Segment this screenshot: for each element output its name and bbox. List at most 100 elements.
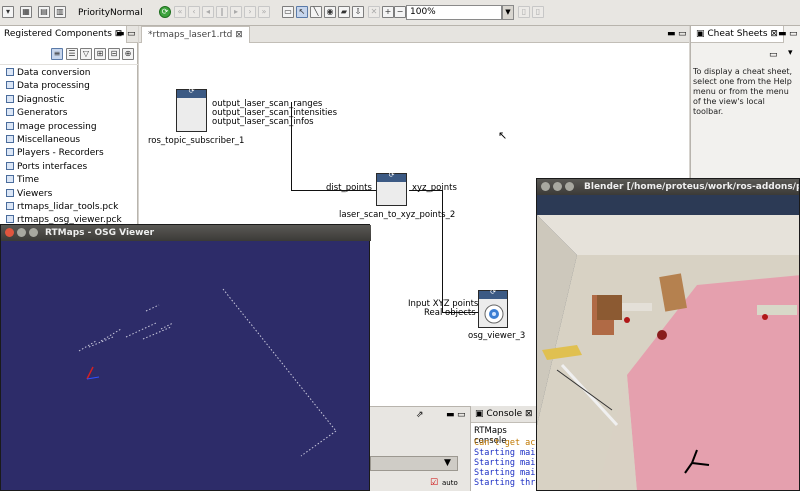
sort-icon[interactable]: ≡ <box>51 48 63 60</box>
open-icon[interactable]: ▾ <box>2 6 14 18</box>
maximize-icon[interactable]: ▭ <box>127 29 136 39</box>
components-tree-item[interactable]: Miscellaneous <box>6 134 80 147</box>
maximize-icon[interactable]: ▭ <box>789 29 798 39</box>
close-window-icon[interactable] <box>5 228 14 237</box>
point-cloud-view[interactable] <box>1 241 369 490</box>
maximize-icon[interactable]: ▭ <box>678 29 687 39</box>
save-icon[interactable]: ▤ <box>38 6 50 18</box>
maximize-window-icon[interactable] <box>565 182 574 191</box>
close-icon[interactable]: ⊠ <box>525 409 533 419</box>
zoom-in-icon[interactable]: + <box>382 6 394 18</box>
expand-icon[interactable]: ⊕ <box>122 48 134 60</box>
close-icon[interactable]: ⊠ <box>235 30 243 40</box>
components-toolbar: ≡ ☰ ▽ ⊞ ⊟ ⊕ <box>0 43 138 65</box>
minimize-icon[interactable]: ▬ <box>116 29 125 39</box>
console-line: Starting main <box>474 448 541 458</box>
step-forward-icon[interactable]: ▸ <box>230 6 242 18</box>
forward-fast-icon[interactable]: » <box>258 6 270 18</box>
tab-rtmaps-laser1[interactable]: *rtmaps_laser1.rtd ⊠ <box>141 26 250 43</box>
zoom-out-icon[interactable]: − <box>394 6 406 18</box>
console-panel: ▣ Console ⊠ RTMaps console Can't get acc… <box>470 406 546 491</box>
record-icon[interactable]: ◉ <box>324 6 336 18</box>
layout-icon[interactable]: ▭ <box>282 6 294 18</box>
pause-icon[interactable]: ‖ <box>216 6 228 18</box>
tab-label: Console <box>486 409 523 419</box>
laser-scan-to-xyz-block[interactable] <box>376 171 407 206</box>
components-tree-item[interactable]: Time <box>6 174 39 187</box>
minimize-icon[interactable]: ▬ <box>778 29 787 39</box>
tree-item-label: Viewers <box>17 188 53 199</box>
priority-select[interactable]: Normal <box>110 8 143 18</box>
view-menu-icon[interactable]: ▭ <box>769 50 778 60</box>
components-tree-item[interactable]: Data processing <box>6 80 90 93</box>
components-tree-item[interactable]: rtmaps_lidar_tools.pck <box>6 201 118 214</box>
components-tree-item[interactable]: Data conversion <box>6 67 90 80</box>
input-port-label: Real objects <box>424 308 476 318</box>
tree-item-label: Ports interfaces <box>17 161 88 172</box>
tab-cheat-sheets[interactable]: ▣ Cheat Sheets ⊠ <box>691 26 784 43</box>
diagram-icon[interactable]: ▦ <box>20 6 32 18</box>
tab-console[interactable]: ▣ Console ⊠ <box>471 406 541 423</box>
window-titlebar[interactable]: Blender [/home/proteus/work/ros-addons/p… <box>537 179 799 195</box>
close-window-icon[interactable] <box>541 182 550 191</box>
tree-item-label: Image processing <box>17 121 97 132</box>
filter-icon[interactable]: ▽ <box>80 48 92 60</box>
tree-item-label: Data conversion <box>17 68 91 78</box>
select-tool-icon[interactable]: ↖ <box>296 6 308 18</box>
rewind-icon[interactable]: ‹ <box>188 6 200 18</box>
minimize-icon[interactable]: ▬ <box>446 410 455 420</box>
collapse-icon[interactable]: ⊟ <box>108 48 120 60</box>
close-icon[interactable]: ⊠ <box>770 29 778 39</box>
export-icon[interactable]: ⇩ <box>352 6 364 18</box>
zoom-dropdown-icon[interactable]: ▼ <box>502 5 514 20</box>
dropdown-icon[interactable]: ▾ <box>788 48 793 58</box>
blender-window[interactable]: Blender [/home/proteus/work/ros-addons/p… <box>536 178 800 491</box>
window-titlebar[interactable]: RTMaps - OSG Viewer <box>1 225 371 241</box>
checkbox-icon[interactable]: ☑ <box>430 478 438 488</box>
component-name: laser_scan_to_xyz_points_2 <box>339 210 456 220</box>
zoom-input[interactable]: 100% <box>406 5 502 20</box>
tab-registered-components[interactable]: Registered Components ⊠ <box>0 26 128 43</box>
ros-topic-subscriber-block[interactable] <box>176 87 207 132</box>
auto-label: auto <box>442 479 458 487</box>
folder-icon <box>6 121 14 130</box>
osg-viewer-window[interactable]: RTMaps - OSG Viewer <box>0 224 371 491</box>
minimize-window-icon[interactable] <box>553 182 562 191</box>
copy-icon[interactable]: ▯ <box>518 6 530 18</box>
export-icon[interactable]: ⇗ <box>416 410 424 420</box>
minimize-window-icon[interactable] <box>17 228 26 237</box>
delete-icon[interactable]: ✕ <box>368 6 380 18</box>
osg-viewer-block[interactable] <box>478 288 508 328</box>
rewind-fast-icon[interactable]: « <box>174 6 186 18</box>
step-back-icon[interactable]: ◂ <box>202 6 214 18</box>
save-all-icon[interactable]: ▥ <box>54 6 66 18</box>
run-icon[interactable]: ⟳ <box>159 6 171 18</box>
components-tree-item[interactable]: Diagnostic <box>6 94 65 107</box>
paste-icon[interactable]: ▯ <box>532 6 544 18</box>
maximize-icon[interactable]: ▭ <box>457 410 466 420</box>
cheat-sheets-help-text: To display a cheat sheet, select one fro… <box>693 67 793 116</box>
wire-tool-icon[interactable]: ╲ <box>310 6 322 18</box>
tree-item-label: rtmaps_lidar_tools.pck <box>17 202 119 212</box>
output-port-label: xyz_points <box>412 183 457 193</box>
input-port-label: dist_points <box>326 183 372 193</box>
minimize-icon[interactable]: ▬ <box>667 29 676 39</box>
forward-icon[interactable]: › <box>244 6 256 18</box>
component-name: ros_topic_subscriber_1 <box>148 136 245 146</box>
3d-scene-view[interactable] <box>537 195 800 491</box>
tree-icon[interactable]: ⊞ <box>94 48 106 60</box>
components-tree-item[interactable]: Ports interfaces <box>6 161 87 174</box>
maximize-window-icon[interactable] <box>29 228 38 237</box>
components-tree-item[interactable]: Generators <box>6 107 67 120</box>
folder-icon <box>6 81 14 90</box>
components-tree-item[interactable]: Players - Recorders <box>6 147 104 160</box>
folder-icon <box>6 94 14 103</box>
components-tree-item[interactable]: Viewers <box>6 188 52 201</box>
dropdown-icon[interactable]: ▼ <box>444 458 451 468</box>
components-tree-item[interactable]: Image processing <box>6 121 97 134</box>
list-icon[interactable]: ☰ <box>66 48 78 60</box>
wire <box>442 190 443 313</box>
comment-icon[interactable]: ▰ <box>338 6 350 18</box>
window-title: Blender [/home/proteus/work/ros-addons/p… <box>584 182 799 192</box>
priority-label: Priority <box>78 8 111 18</box>
